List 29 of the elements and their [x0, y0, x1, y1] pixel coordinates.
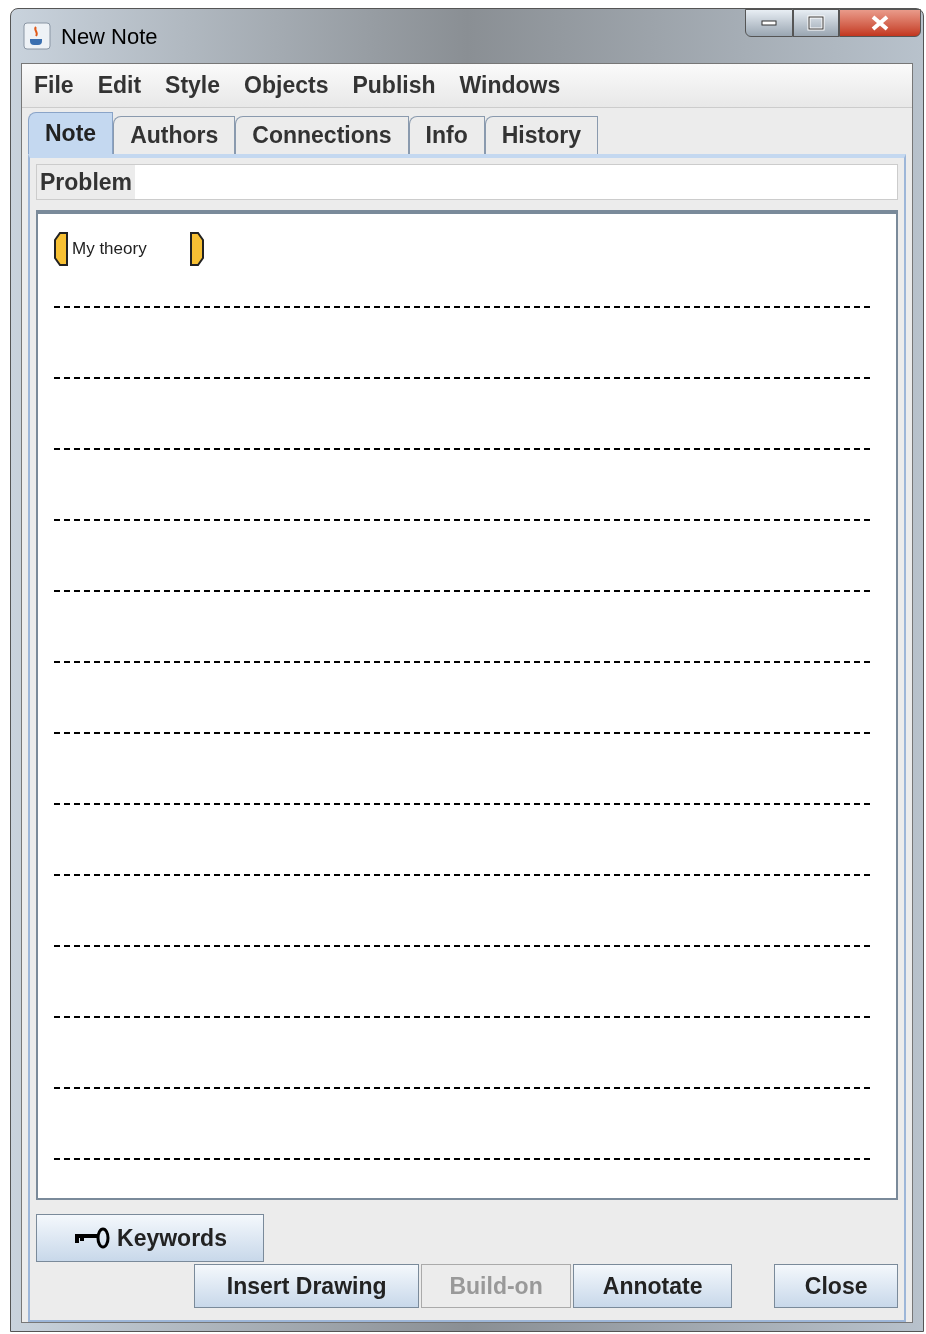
coffee-cup-icon	[23, 22, 51, 50]
action-button[interactable]: Close	[774, 1264, 898, 1308]
left-bracket-icon	[54, 232, 68, 266]
tab[interactable]: Authors	[113, 116, 236, 154]
menu-item[interactable]: Style	[165, 68, 221, 103]
menu-item[interactable]: Objects	[244, 68, 329, 103]
menu-item[interactable]: Publish	[352, 68, 436, 103]
action-button[interactable]: Annotate	[572, 1264, 733, 1308]
window-title: New Note	[61, 22, 158, 51]
scaffold-tag[interactable]: My theory	[54, 232, 204, 266]
menu-item[interactable]: Windows	[459, 68, 561, 103]
close-icon	[870, 15, 890, 31]
tab[interactable]: Info	[408, 116, 485, 154]
scaffold-label: My theory	[71, 238, 148, 261]
tab[interactable]: Note	[28, 112, 114, 154]
minimize-button[interactable]	[745, 9, 793, 37]
note-text-area[interactable]: My theory	[36, 210, 898, 1200]
right-bracket-icon	[190, 232, 204, 266]
maximize-button[interactable]	[793, 9, 839, 37]
tab[interactable]: Connections	[235, 116, 409, 154]
minimize-icon	[761, 20, 777, 26]
maximize-icon	[807, 15, 825, 31]
menu-item[interactable]: File	[34, 68, 74, 103]
close-window-button[interactable]	[839, 9, 921, 37]
menu-item[interactable]: Edit	[97, 68, 142, 103]
keywords-button[interactable]: Keywords	[36, 1214, 264, 1262]
tab[interactable]: History	[484, 116, 598, 154]
key-icon	[73, 1227, 112, 1249]
action-button[interactable]: Insert Drawing	[194, 1264, 420, 1308]
